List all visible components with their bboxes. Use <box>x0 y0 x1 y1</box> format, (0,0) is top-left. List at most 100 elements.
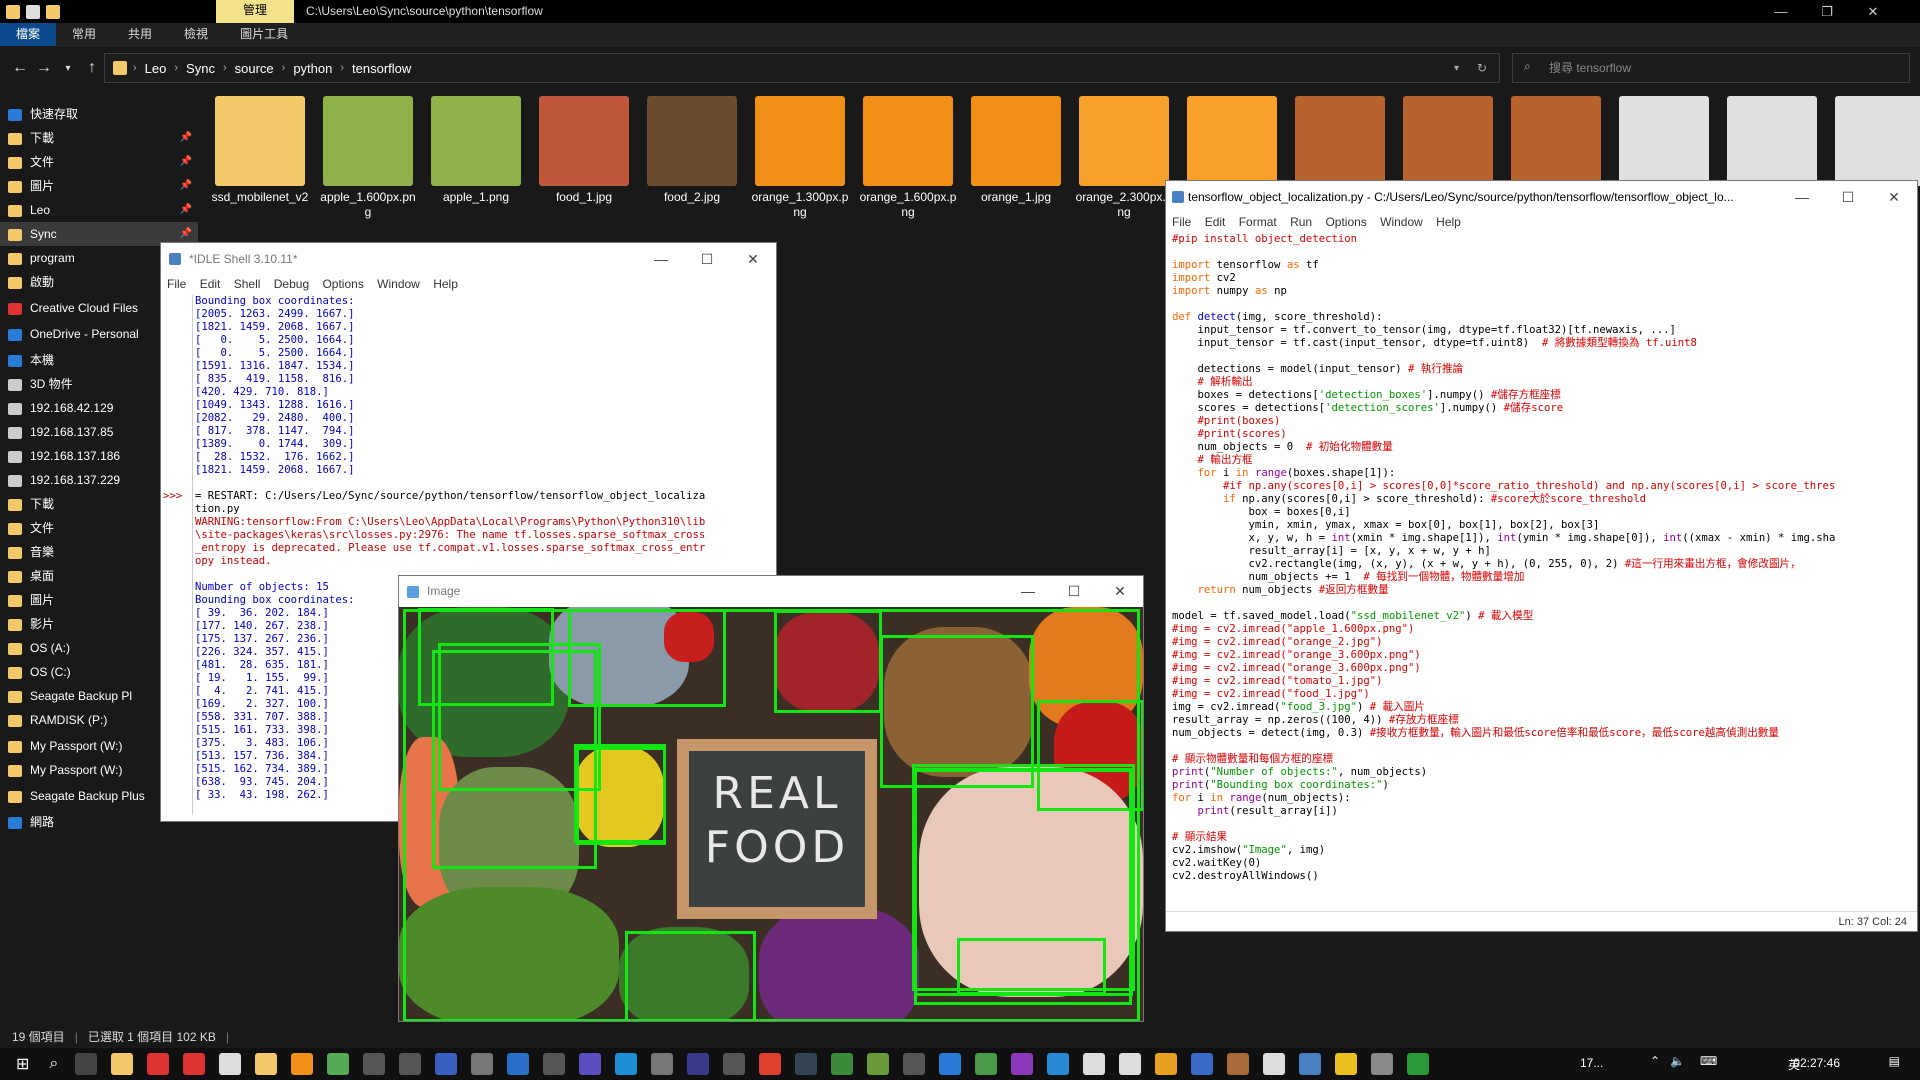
app-icon[interactable] <box>1227 1053 1250 1075</box>
crumb-sync[interactable]: Sync <box>186 61 215 76</box>
close-button[interactable]: ✕ <box>1850 0 1896 23</box>
search-icon[interactable]: ⌕ <box>49 1055 58 1073</box>
file-explorer-icon[interactable] <box>111 1053 134 1075</box>
up-icon[interactable]: ↑ <box>80 59 104 77</box>
app-icon[interactable] <box>1083 1053 1106 1075</box>
manage-context-tab[interactable]: 管理 <box>216 0 294 23</box>
menu-format[interactable]: Format <box>1239 215 1277 229</box>
app-icon[interactable] <box>867 1053 890 1075</box>
file-item[interactable] <box>1290 96 1390 190</box>
file-item[interactable]: food_2.jpg <box>642 96 742 205</box>
tab-picture-tools[interactable]: 圖片工具 <box>224 23 304 46</box>
menu-window[interactable]: Window <box>377 277 420 291</box>
app-icon[interactable] <box>1263 1053 1286 1075</box>
nav-item[interactable]: 圖片 📌 <box>0 174 198 198</box>
menu-file[interactable]: File <box>167 277 186 291</box>
properties-icon[interactable] <box>26 4 40 19</box>
chrome-icon[interactable] <box>759 1053 782 1075</box>
tab-share[interactable]: 共用 <box>112 23 168 46</box>
nav-item[interactable]: 文件 📌 <box>0 150 198 174</box>
crumb-tensorflow[interactable]: tensorflow <box>352 61 411 76</box>
menu-options[interactable]: Options <box>1325 215 1366 229</box>
file-item[interactable]: ssd_mobilenet_v2 <box>210 96 310 205</box>
app-icon[interactable] <box>1119 1053 1142 1075</box>
file-item[interactable]: food_1.jpg <box>534 96 634 205</box>
edge-icon[interactable] <box>615 1053 638 1075</box>
app-icon[interactable] <box>1011 1053 1034 1075</box>
clock[interactable]: 02:27:46 <box>1793 1056 1840 1070</box>
file-item[interactable]: apple_1.600px.png <box>318 96 418 220</box>
minimize-button[interactable]: — <box>638 243 684 275</box>
file-item[interactable]: orange_1.300px.png <box>750 96 850 220</box>
menu-options[interactable]: Options <box>322 277 363 291</box>
app-icon[interactable] <box>1155 1053 1178 1075</box>
app-icon[interactable] <box>1335 1053 1358 1075</box>
tab-home[interactable]: 常用 <box>56 23 112 46</box>
app-icon[interactable] <box>579 1053 602 1075</box>
nav-item[interactable]: Leo 📌 <box>0 198 198 222</box>
maximize-button[interactable]: ☐ <box>684 243 730 275</box>
close-button[interactable]: ✕ <box>730 243 776 275</box>
menu-shell[interactable]: Shell <box>234 277 261 291</box>
app-icon[interactable] <box>831 1053 854 1075</box>
app-icon[interactable] <box>723 1053 746 1075</box>
app-icon[interactable] <box>543 1053 566 1075</box>
nav-item[interactable]: 快速存取 <box>0 102 198 126</box>
app-icon[interactable] <box>291 1053 314 1075</box>
python-icon[interactable] <box>1299 1053 1322 1075</box>
app-icon[interactable] <box>471 1053 494 1075</box>
weather[interactable]: 17... <box>1580 1056 1603 1070</box>
keyboard-icon[interactable]: ⌨ <box>1700 1054 1717 1068</box>
back-icon[interactable]: ← <box>8 59 32 77</box>
maximize-button[interactable]: ❐ <box>1804 0 1850 23</box>
menu-help[interactable]: Help <box>1436 215 1461 229</box>
menu-debug[interactable]: Debug <box>274 277 309 291</box>
file-item[interactable]: orange_1.600px.png <box>858 96 958 220</box>
forward-icon[interactable]: → <box>32 59 56 77</box>
menu-window[interactable]: Window <box>1380 215 1423 229</box>
refresh-icon[interactable]: ↻ <box>1477 61 1487 75</box>
menu-edit[interactable]: Edit <box>1205 215 1226 229</box>
menu-edit[interactable]: Edit <box>200 277 221 291</box>
volume-icon[interactable]: 🔈 <box>1670 1054 1685 1068</box>
file-item[interactable] <box>1506 96 1606 190</box>
app-icon[interactable] <box>1407 1053 1430 1075</box>
crumb-source[interactable]: source <box>235 61 274 76</box>
minimize-button[interactable]: — <box>1005 576 1051 607</box>
app-icon[interactable] <box>435 1053 458 1075</box>
file-item[interactable] <box>1722 96 1822 190</box>
file-item[interactable] <box>1830 96 1920 190</box>
maximize-button[interactable]: ☐ <box>1051 576 1097 607</box>
notification-icon[interactable]: ▤ <box>1889 1054 1900 1068</box>
app-icon[interactable] <box>1047 1053 1070 1075</box>
menu-file[interactable]: File <box>1172 215 1191 229</box>
file-item[interactable] <box>1182 96 1282 190</box>
address-bar[interactable]: › Leo › Sync › source › python › tensorf… <box>104 53 1500 83</box>
app-icon[interactable] <box>219 1053 242 1075</box>
address-dropdown-icon[interactable]: ▾ <box>1454 63 1459 74</box>
search-input[interactable]: 搜尋 tensorflow <box>1512 53 1910 83</box>
nav-item[interactable]: 下載 📌 <box>0 126 198 150</box>
app-icon[interactable] <box>903 1053 926 1075</box>
app-icon[interactable] <box>327 1053 350 1075</box>
file-item[interactable]: apple_1.png <box>426 96 526 205</box>
file-item[interactable] <box>1614 96 1714 190</box>
minimize-button[interactable]: — <box>1758 0 1804 23</box>
new-folder-icon[interactable] <box>46 4 60 19</box>
app-icon[interactable] <box>363 1053 386 1075</box>
recent-chevron-icon[interactable]: ▾ <box>56 63 80 74</box>
start-icon[interactable]: ⊞ <box>16 1054 29 1074</box>
close-button[interactable]: ✕ <box>1097 576 1143 607</box>
app-icon[interactable] <box>1371 1053 1394 1075</box>
menu-help[interactable]: Help <box>433 277 458 291</box>
app-icon[interactable] <box>147 1053 170 1075</box>
tab-file[interactable]: 檔案 <box>0 22 57 46</box>
app-icon[interactable] <box>975 1053 998 1075</box>
app-icon[interactable] <box>507 1053 530 1075</box>
menu-run[interactable]: Run <box>1290 215 1312 229</box>
app-icon[interactable] <box>651 1053 674 1075</box>
task-view-icon[interactable] <box>75 1053 98 1075</box>
code-text-area[interactable]: #pip install object_detection import ten… <box>1172 233 1912 893</box>
app-icon[interactable] <box>1191 1053 1214 1075</box>
app-icon[interactable] <box>939 1053 962 1075</box>
